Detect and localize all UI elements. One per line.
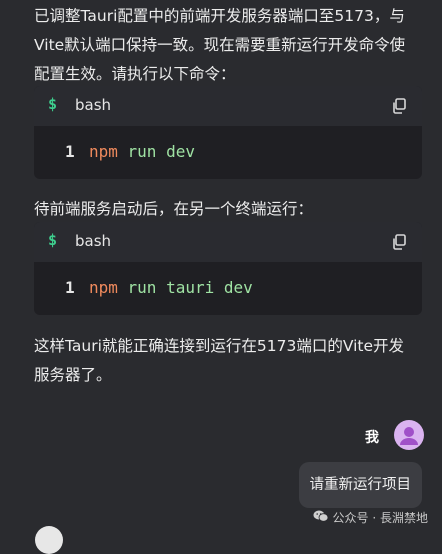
watermark-text: 公众号 · 長淵禁地 (332, 511, 428, 525)
intro-line: Vite默认端口保持一致。现在需要重新运行开发命令使 (34, 36, 406, 54)
middle-line: 待前端服务启动后，在另一个终端运行： (34, 200, 314, 218)
code-line: npm run dev (89, 142, 195, 161)
outro-line: 服务器了。 (34, 366, 112, 384)
copy-icon[interactable] (390, 97, 408, 115)
code-block-header: $ bash (34, 222, 422, 262)
line-number: 1 (65, 142, 75, 161)
code-block-npm-run-tauri-dev: $ bash 1 npm run tauri dev (34, 222, 422, 315)
code-block-header: $ bash (34, 86, 422, 126)
code-line: npm run tauri dev (89, 278, 253, 297)
outro-line: 这样Tauri就能正确连接到运行在5173端口的Vite开发 (34, 337, 405, 355)
watermark: 公众号 · 長淵禁地 (313, 509, 428, 526)
code-args: run tauri dev (117, 278, 253, 297)
user-avatar-icon[interactable] (394, 420, 424, 450)
intro-line: 已调整Tauri配置中的前端开发服务器端口至5173，与 (34, 7, 405, 25)
code-command: npm (89, 278, 118, 297)
code-language-label: bash (75, 96, 112, 114)
user-name: 我 (365, 430, 379, 446)
code-block-body: 1 npm run tauri dev (34, 262, 422, 315)
terminal-prompt-symbol: $ (48, 231, 58, 249)
wechat-icon (313, 509, 329, 526)
user-message-bubble: 请重新运行项目 (298, 462, 422, 508)
assistant-intro-text: 已调整Tauri配置中的前端开发服务器端口至5173，与 Vite默认端口保持一… (34, 2, 426, 89)
code-block-npm-run-dev: $ bash 1 npm run dev (34, 86, 422, 179)
assistant-outro-text: 这样Tauri就能正确连接到运行在5173端口的Vite开发 服务器了。 (34, 332, 426, 390)
code-args: run dev (117, 142, 195, 161)
assistant-middle-text: 待前端服务启动后，在另一个终端运行： (34, 195, 426, 224)
line-number: 1 (65, 278, 75, 297)
code-command: npm (89, 142, 118, 161)
code-block-body: 1 npm run dev (34, 126, 422, 179)
copy-icon[interactable] (390, 233, 408, 251)
terminal-prompt-symbol: $ (48, 95, 58, 113)
intro-line: 配置生效。请执行以下命令： (34, 65, 236, 83)
code-language-label: bash (75, 232, 112, 250)
assistant-avatar-icon (35, 526, 63, 554)
